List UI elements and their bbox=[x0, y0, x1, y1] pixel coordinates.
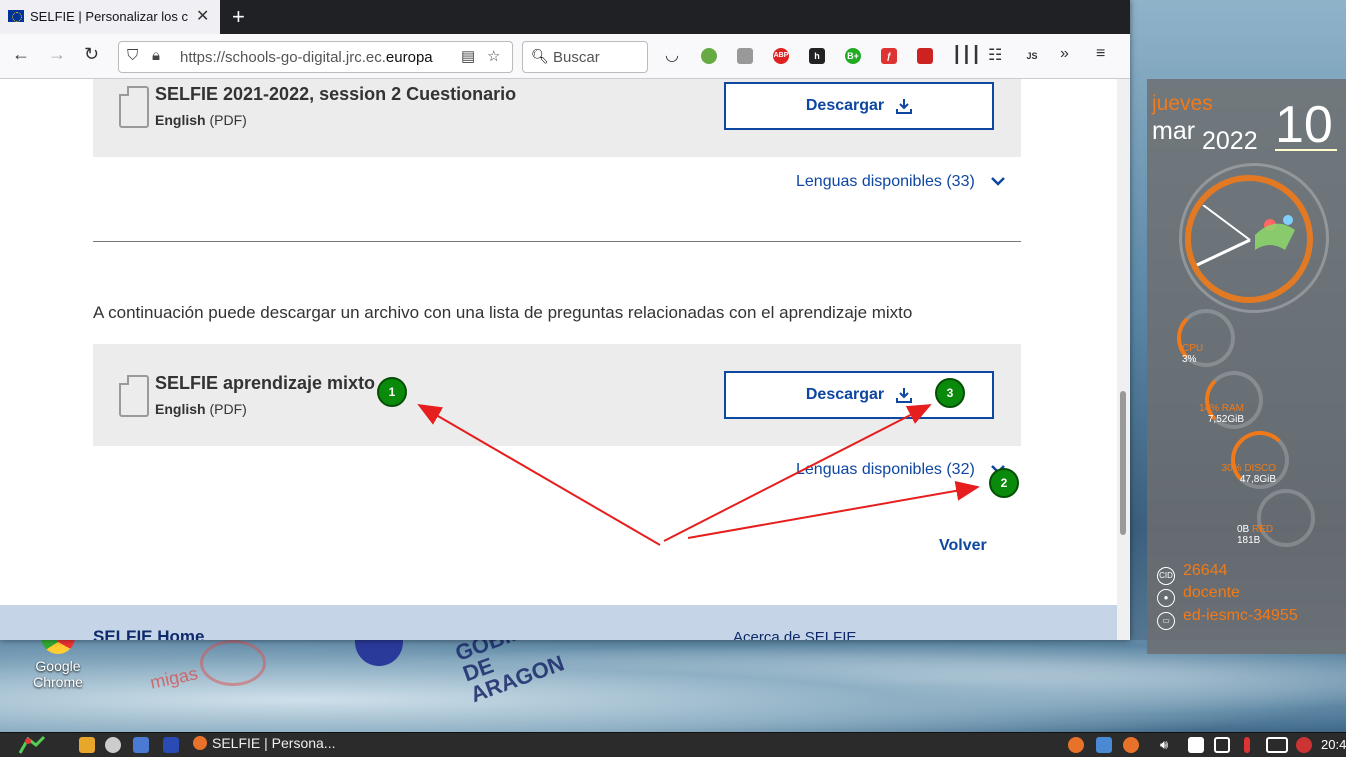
terminal-icon[interactable] bbox=[133, 737, 149, 753]
firefox-icon bbox=[193, 736, 207, 750]
desktop-icon[interactable] bbox=[163, 737, 179, 753]
volume-icon[interactable]: 🔊︎ bbox=[1160, 737, 1176, 753]
taskbar-firefox-window[interactable]: SELFIE | Persona... bbox=[193, 735, 343, 755]
annotation-badge-2: 2 bbox=[989, 468, 1019, 498]
clipboard-icon[interactable] bbox=[1188, 737, 1204, 753]
network-icon[interactable] bbox=[1214, 737, 1230, 753]
arrow-to-languages bbox=[687, 480, 980, 539]
annotation-badge-1: 1 bbox=[377, 377, 407, 407]
settings-icon[interactable] bbox=[105, 737, 121, 753]
files-icon[interactable] bbox=[79, 737, 95, 753]
tray-fire-icon[interactable] bbox=[1296, 737, 1312, 753]
start-menu-icon[interactable] bbox=[16, 735, 46, 755]
arrow-to-download bbox=[663, 404, 932, 542]
task-title: SELFIE | Persona... bbox=[212, 735, 336, 751]
battery-icon[interactable] bbox=[1244, 737, 1250, 753]
annotation-arrows bbox=[417, 403, 980, 546]
tray-app-icon[interactable] bbox=[1068, 737, 1084, 753]
clock[interactable]: 20:4 bbox=[1321, 737, 1346, 752]
taskbar: SELFIE | Persona... 🔊︎ 20:4 bbox=[0, 732, 1346, 757]
arrow-to-title bbox=[417, 403, 661, 546]
annotation-badge-3: 3 bbox=[935, 378, 965, 408]
tray-notes-icon[interactable] bbox=[1096, 737, 1112, 753]
keyboard-icon[interactable] bbox=[1266, 737, 1288, 753]
tray-firefox-icon[interactable] bbox=[1123, 737, 1139, 753]
